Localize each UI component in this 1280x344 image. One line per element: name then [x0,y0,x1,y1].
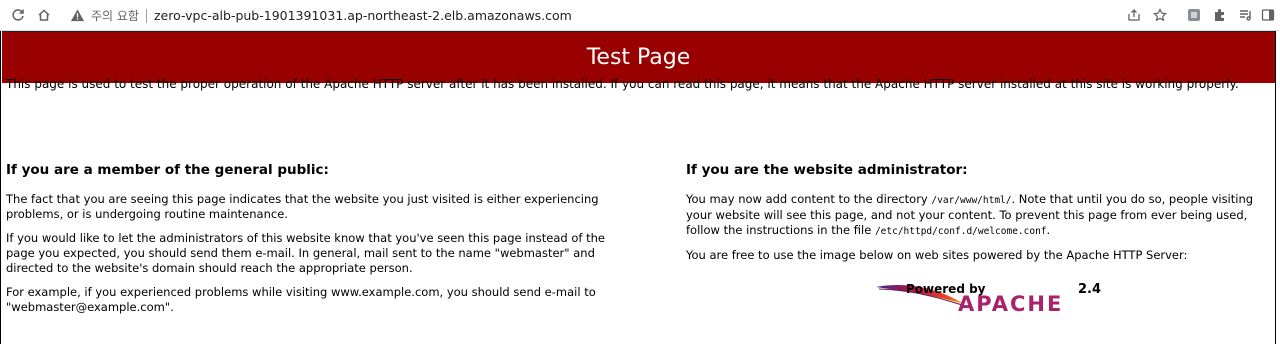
reading-list-icon[interactable] [1236,5,1256,25]
home-icon[interactable] [34,5,54,25]
address-bar[interactable]: 주의 요함 zero-vpc-alb-pub-1901391031.ap-nor… [62,3,1112,28]
page-title: Test Page [586,45,691,70]
security-warning-label[interactable]: 주의 요함 [91,7,139,24]
admin-section: If you are the website administrator: Yo… [686,162,1272,272]
public-paragraph-2: If you would like to let the administrat… [6,231,605,275]
extension-app-icon[interactable] [1184,5,1204,25]
admin-heading: If you are the website administrator: [686,162,968,178]
directory-path: /var/www/html/ [931,195,1012,206]
warning-icon[interactable] [70,8,85,23]
bookmark-star-icon[interactable] [1150,5,1170,25]
admin-text: . [1046,223,1051,237]
apache-version: 2.4 [1078,282,1102,297]
public-paragraph-3: For example, if you experienced problems… [6,285,596,314]
public-heading: If you are a member of the general publi… [6,162,329,178]
public-paragraph-1: The fact that you are seeing this page i… [6,192,599,221]
browser-toolbar: 주의 요함 zero-vpc-alb-pub-1901391031.ap-nor… [0,0,1280,31]
url-text[interactable]: zero-vpc-alb-pub-1901391031.ap-northeast… [154,8,572,23]
reload-icon[interactable] [8,5,28,25]
share-icon[interactable] [1124,5,1144,25]
config-file-path: /etc/httpd/conf.d/welcome.conf [874,226,1047,237]
admin-text: You may now add content to the directory [686,192,932,206]
admin-paragraph-1: You may now add content to the directory… [686,192,1272,239]
apache-name: APACHE [958,292,1064,316]
address-separator [145,8,147,23]
intro-text: This page is used to test the proper ope… [6,77,1239,91]
sidebar-toggle-icon[interactable] [1258,5,1278,25]
admin-paragraph-2: You are free to use the image below on w… [686,248,1188,262]
extensions-puzzle-icon[interactable] [1210,5,1230,25]
public-section: If you are a member of the general publi… [6,162,606,324]
